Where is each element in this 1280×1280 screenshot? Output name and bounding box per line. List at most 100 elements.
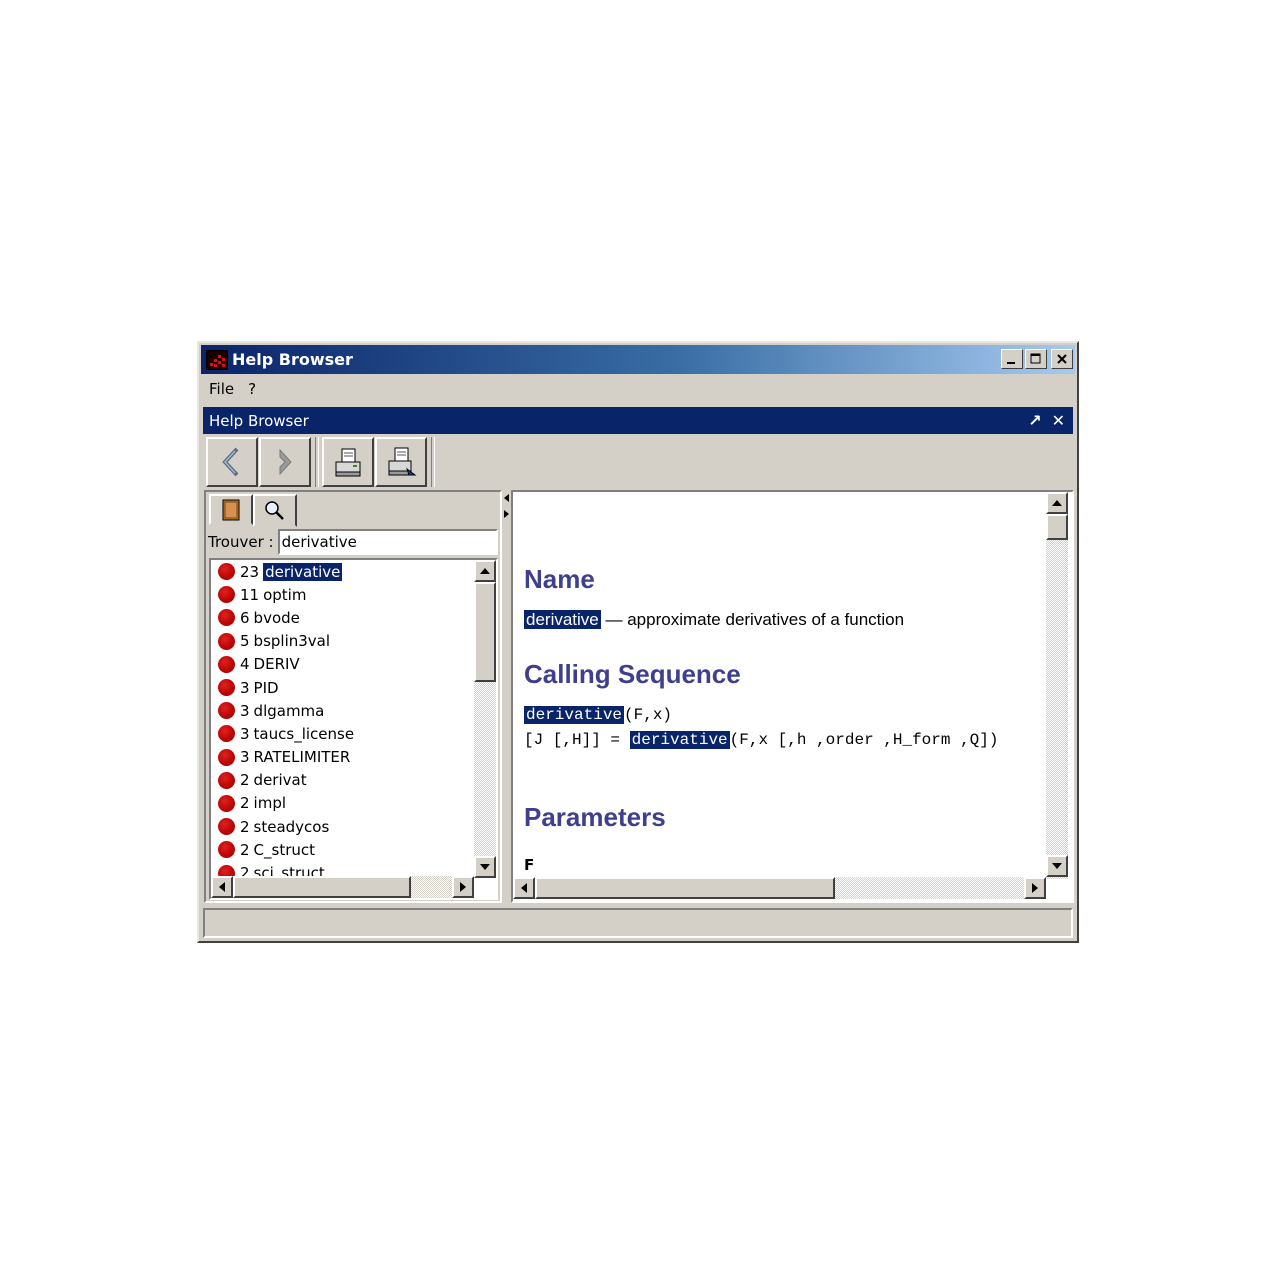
tab-contents[interactable] [209,494,253,525]
result-name[interactable]: C_struct [254,841,315,859]
list-item[interactable]: 2 C_struct [213,838,471,861]
content-scroll-down-button[interactable] [1046,855,1068,877]
result-name[interactable]: dlgamma [254,702,325,720]
result-name[interactable]: steadycos [254,818,330,836]
list-item[interactable]: 2 steadycos [213,815,471,838]
list-item[interactable]: 2 sci_struct [213,861,471,876]
close-window-button[interactable] [1051,349,1073,369]
result-count: 3 [240,724,250,743]
dock-close-icon[interactable]: ✕ [1052,411,1065,430]
back-button[interactable] [206,437,258,487]
collapse-left-icon[interactable] [504,494,509,502]
scroll-left-button[interactable] [211,876,233,898]
list-item[interactable]: 11 optim [213,583,471,606]
maximize-icon [1030,353,1041,364]
result-count: 6 [240,608,250,627]
result-name[interactable]: sci_struct [254,864,325,876]
content-h-scroll-thumb[interactable] [535,877,835,899]
scroll-thumb[interactable] [474,582,496,682]
result-name[interactable]: derivative [263,562,343,581]
result-count: 3 [240,678,250,697]
collapse-right-icon[interactable] [504,510,509,518]
toolbar-separator-2 [431,437,435,487]
menu-bar: File ? [201,376,1075,402]
result-bullet-icon [218,771,235,789]
help-content-pane: Name derivative — approximate derivative… [511,490,1074,903]
result-count: 2 [240,771,250,790]
result-name[interactable]: derivat [254,771,307,789]
result-name[interactable]: PID [254,679,279,697]
arrow-down-icon [1052,863,1062,869]
result-count: 23 [240,562,260,581]
tab-search[interactable] [253,494,297,527]
undock-icon[interactable]: ↗ [1028,411,1041,430]
result-bullet-icon [218,655,235,673]
call1-function[interactable]: derivative [524,706,625,724]
list-item[interactable]: 3 taucs_license [213,722,471,745]
results-horizontal-scrollbar[interactable] [211,876,474,898]
toolbar-separator [315,437,319,487]
pane-splitter[interactable] [503,490,511,903]
scroll-right-button[interactable] [452,876,474,898]
list-item[interactable]: 3 PID [213,676,471,699]
list-item[interactable]: 2 impl [213,792,471,815]
call2-prefix: [J [,H]] = [524,731,630,749]
list-item[interactable]: 3 RATELIMITER [213,746,471,769]
result-name[interactable]: taucs_license [254,725,355,743]
content-scroll-thumb[interactable] [1046,514,1068,540]
content-scroll-up-button[interactable] [1046,492,1068,514]
forward-button[interactable] [259,437,311,487]
result-name[interactable]: impl [254,794,286,812]
param-f: F [524,856,535,874]
result-count: 3 [240,701,250,720]
h-scroll-thumb[interactable] [233,876,411,898]
menu-help[interactable]: ? [248,380,264,398]
menu-file[interactable]: File [209,380,242,398]
content-horizontal-scrollbar[interactable] [513,877,1046,899]
arrow-up-icon [1052,500,1062,506]
result-name[interactable]: DERIV [254,655,300,673]
minimize-button[interactable] [1001,349,1023,369]
print-button[interactable] [375,437,427,487]
content-vertical-scrollbar[interactable] [1046,492,1068,879]
list-item[interactable]: 4 DERIV [213,653,471,676]
result-count: 2 [240,794,250,813]
maximize-button[interactable] [1025,349,1047,369]
title-bar[interactable]: Help Browser [201,345,1075,374]
list-item[interactable]: 3 dlgamma [213,699,471,722]
page-setup-button[interactable] [322,437,374,487]
toolbar [203,436,1073,488]
arrow-right-icon [1032,883,1038,893]
result-name[interactable]: optim [263,586,306,604]
result-bullet-icon [218,794,235,812]
scroll-up-button[interactable] [474,560,496,582]
close-icon [1057,354,1067,364]
result-name[interactable]: bsplin3val [254,632,330,650]
result-name[interactable]: bvode [254,609,300,627]
result-bullet-icon [218,725,235,743]
list-item[interactable]: 6 bvode [213,606,471,629]
result-count: 2 [240,817,250,836]
result-bullet-icon [218,818,235,836]
navigation-pane: Trouver : 23derivative11optim6bvode5bspl… [204,490,502,903]
content-scroll-right-button[interactable] [1024,877,1046,899]
result-bullet-icon [218,563,235,581]
result-bullet-icon [218,609,235,627]
call2-function[interactable]: derivative [629,731,730,749]
call2-args: (F,x [,h ,order ,H_form ,Q]) [729,731,999,749]
list-item[interactable]: 2 derivat [213,769,471,792]
status-bar [203,908,1073,938]
name-term[interactable]: derivative [524,610,601,629]
heading-calling-sequence: Calling Sequence [524,659,741,689]
list-item[interactable]: 23 derivative [213,560,471,583]
calling-sequence-2: [J [,H]] = derivative (F,x [,h ,order ,H_… [524,731,998,749]
result-count: 11 [240,585,260,604]
content-scroll-left-button[interactable] [513,877,535,899]
list-item[interactable]: 5 bsplin3val [213,630,471,653]
search-input[interactable] [277,529,498,555]
dock-title-bar[interactable]: Help Browser ↗ ✕ [203,407,1073,434]
result-name[interactable]: RATELIMITER [254,748,351,766]
print-icon [388,447,417,476]
scroll-down-button[interactable] [474,856,496,878]
results-vertical-scrollbar[interactable] [474,560,496,878]
